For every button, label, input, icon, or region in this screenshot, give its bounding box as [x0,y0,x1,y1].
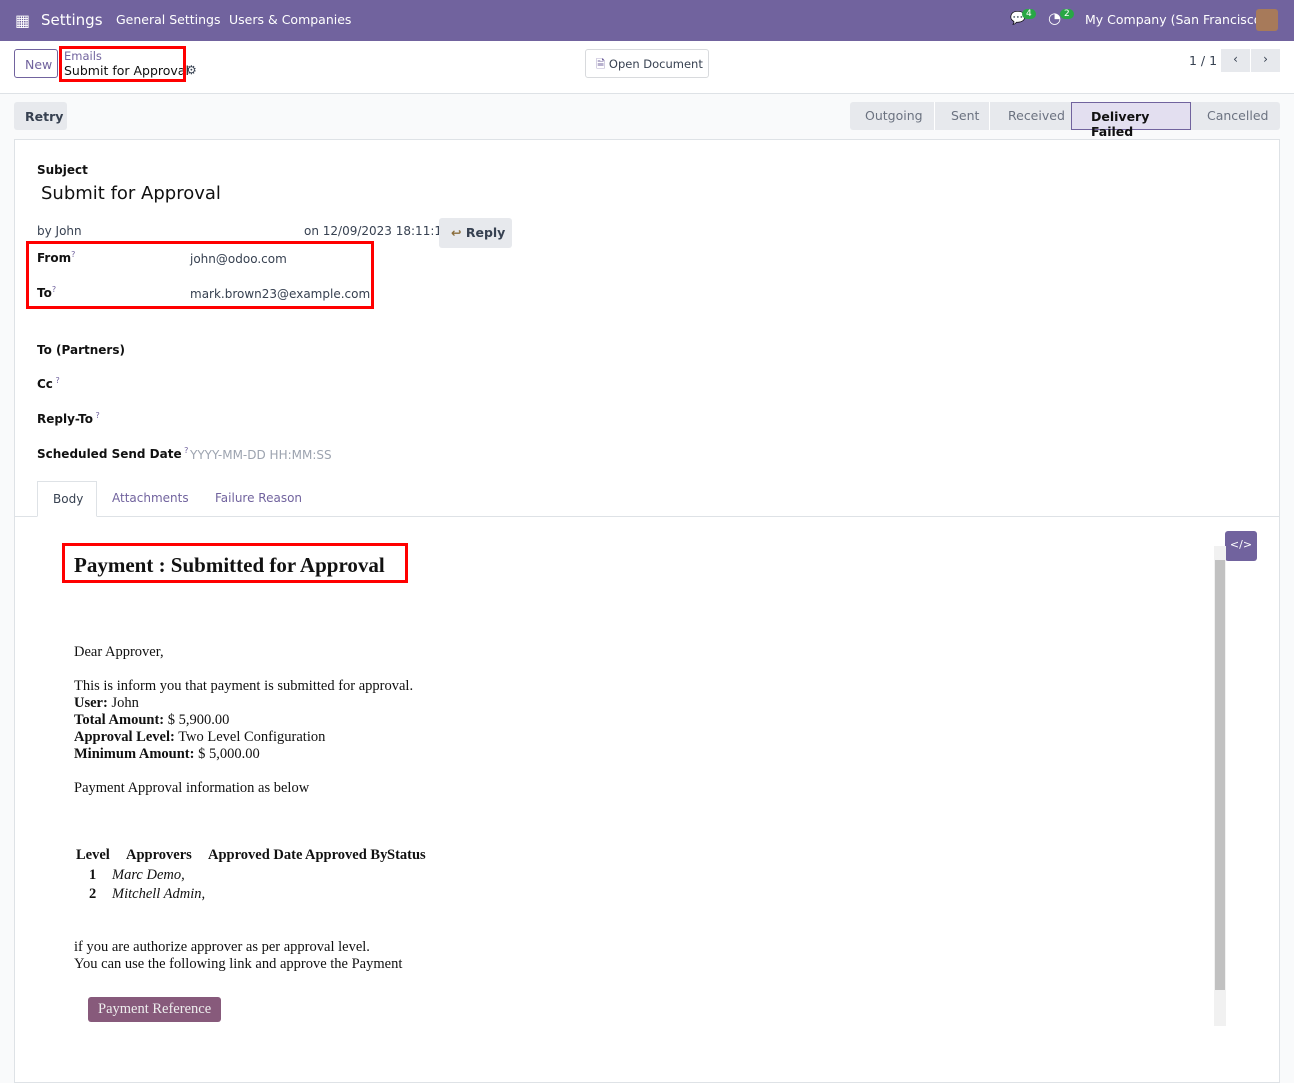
info-line: Payment Approval information as below [74,780,310,796]
retry-button[interactable]: Retry [14,102,67,130]
user-val: John [107,695,139,711]
payment-reference-button[interactable]: Payment Reference [88,997,222,1022]
total-key: Total Amount: [74,712,165,728]
control-panel: New Emails Submit for Approval ⚙ 🗎 Open … [0,41,1294,94]
company-switcher[interactable]: My Company (San Francisco) [1085,12,1266,27]
min-line: Minimum Amount: $ 5,000.00 [74,746,260,763]
scrollbar[interactable] [1214,546,1226,1026]
document-icon: 🗎 [596,57,606,71]
stage-outgoing[interactable]: Outgoing [850,102,934,130]
tab-divider [15,516,1279,517]
top-navbar: ▦ Settings General Settings Users & Comp… [0,0,1294,41]
pager-next-button[interactable]: › [1251,49,1280,72]
reply-icon: ↩ [451,225,462,240]
open-document-button[interactable]: 🗎 Open Document [585,49,709,78]
gear-icon[interactable]: ⚙ [186,63,197,77]
level-line: Approval Level: Two Level Configuration [74,729,325,746]
subject-value: Submit for Approval [41,183,221,204]
scheduled-input[interactable]: YYYY-MM-DD HH:MM:SS [190,448,332,462]
th-status: Status [387,847,426,863]
stage-received[interactable]: Received [989,102,1071,130]
row-approver: Marc Demo, [112,867,185,883]
row-approver: Mitchell Admin, [112,886,206,902]
date: on 12/09/2023 18:11:19 [304,224,450,238]
user-avatar[interactable] [1256,9,1278,31]
author: by John [37,224,82,238]
stage-delivery-failed[interactable]: Delivery Failed [1071,102,1191,139]
highlight-heading [62,543,408,583]
subject-label: Subject [37,163,88,177]
new-button[interactable]: New [14,49,58,78]
th-approved-by: Approved By [305,847,388,863]
reply-button[interactable]: ↩ Reply [439,218,512,248]
pager-value[interactable]: 1 / 1 [1189,53,1217,68]
reply-label: Reply [465,225,506,240]
min-key: Minimum Amount: [74,746,195,762]
tab-body[interactable]: Body [37,481,97,517]
highlight-from-to [26,241,374,309]
activity-icon[interactable]: ◔ [1048,9,1061,27]
level-key: Approval Level: [74,729,175,745]
stage-sent[interactable]: Sent [934,102,989,130]
app-name[interactable]: Settings [41,11,103,29]
pager-prev-button[interactable]: ‹ [1221,49,1250,72]
th-approved-date: Approved Date [208,847,303,863]
menu-users-companies[interactable]: Users & Companies [229,12,351,27]
total-val: $ 5,900.00 [164,712,230,728]
user-key: User: [74,695,108,711]
th-approvers: Approvers [126,847,192,863]
menu-general-settings[interactable]: General Settings [116,12,221,27]
form-sheet: Subject Submit for Approval by John on 1… [14,139,1280,1083]
outro-line-2: You can use the following link and appro… [74,956,403,972]
code-view-button[interactable]: </> [1225,531,1257,561]
greeting: Dear Approver, [74,644,164,660]
reply-to-label: Reply-To ? [37,411,100,426]
row-level: 2 [89,886,97,902]
outro-line-1: if you are authorize approver as per app… [74,939,370,955]
tab-failure-reason[interactable]: Failure Reason [215,491,302,505]
cc-label-text: Cc [37,377,53,391]
th-level: Level [76,847,110,863]
reply-to-label-text: Reply-To [37,412,93,426]
activity-badge: 2 [1060,9,1074,19]
tab-attachments[interactable]: Attachments [112,491,189,505]
highlight-breadcrumb [59,46,186,82]
apps-menu-icon[interactable]: ▦ [15,11,30,30]
to-partners-label: To (Partners) [37,343,125,357]
min-val: $ 5,000.00 [194,746,260,762]
stage-cancelled[interactable]: Cancelled [1191,102,1280,130]
level-val: Two Level Configuration [174,729,326,745]
intro: This is inform you that payment is submi… [74,678,414,694]
chat-badge: 4 [1022,9,1036,19]
user-line: User: John [74,695,139,712]
open-document-label: Open Document [608,57,703,71]
row-level: 1 [89,867,97,883]
scheduled-label: Scheduled Send Date ? [37,446,189,461]
total-line: Total Amount: $ 5,900.00 [74,712,229,729]
cc-label: Cc ? [37,376,60,391]
scheduled-label-text: Scheduled Send Date [37,447,182,461]
